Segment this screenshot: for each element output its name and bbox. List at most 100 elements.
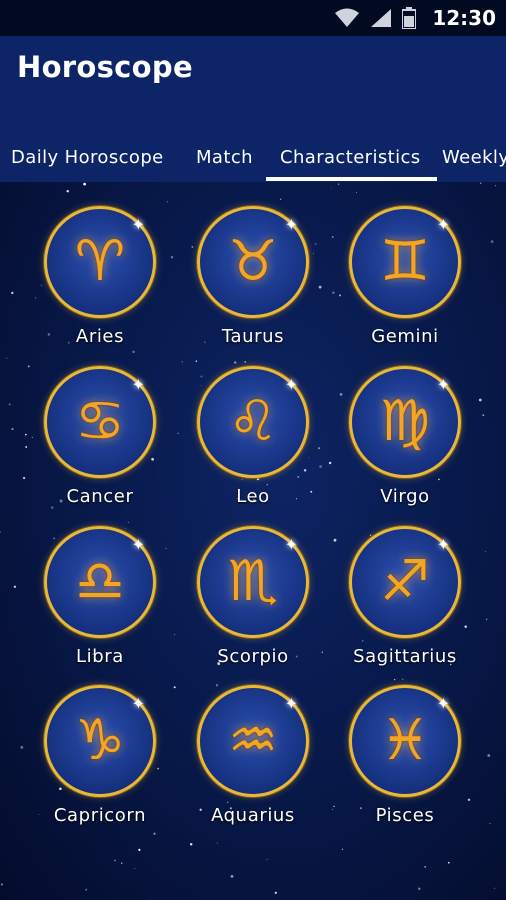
sign-cancer[interactable]: ♋ ✦ Cancer bbox=[24, 366, 176, 526]
sparkle-icon: ✦ bbox=[284, 375, 298, 394]
cellular-signal-icon bbox=[371, 9, 392, 27]
sagittarius-icon: ♐ bbox=[379, 549, 431, 614]
gemini-icon: ♊ bbox=[379, 229, 431, 294]
star-dot bbox=[83, 182, 86, 186]
sparkle-icon: ✦ bbox=[284, 535, 298, 554]
aquarius-icon: ♒ bbox=[227, 708, 279, 773]
sparkle-icon: ✦ bbox=[131, 215, 145, 234]
sparkle-icon: ✦ bbox=[131, 375, 145, 394]
sparkle-icon: ✦ bbox=[131, 694, 145, 713]
star-dot bbox=[485, 618, 488, 621]
sign-label: Aquarius bbox=[211, 805, 295, 826]
star-dot bbox=[337, 183, 340, 185]
sparkle-icon: ✦ bbox=[436, 215, 450, 234]
star-dot bbox=[0, 883, 3, 886]
sign-aries[interactable]: ♈ ✦ Aries bbox=[24, 206, 176, 366]
star-dot bbox=[274, 891, 277, 894]
star-dot bbox=[482, 414, 485, 417]
star-dot bbox=[66, 189, 69, 193]
sign-label: Gemini bbox=[371, 326, 439, 347]
capricorn-icon: ♑ bbox=[74, 708, 126, 773]
sign-scorpio[interactable]: ♏ ✦ Scorpio bbox=[177, 526, 329, 686]
sign-aquarius[interactable]: ♒ ✦ Aquarius bbox=[177, 685, 329, 845]
star-dot bbox=[114, 859, 116, 862]
sign-label: Virgo bbox=[380, 486, 430, 507]
star-dot bbox=[330, 187, 332, 188]
sign-medallion: ♑ ✦ bbox=[44, 685, 156, 797]
taurus-icon: ♉ bbox=[227, 229, 279, 294]
app-bar: Horoscope Daily Horoscope Match Characte… bbox=[0, 36, 506, 182]
sign-leo[interactable]: ♌ ✦ Leo bbox=[177, 366, 329, 526]
aries-icon: ♈ bbox=[74, 229, 126, 294]
pisces-icon: ♓ bbox=[379, 708, 431, 773]
app-title: Horoscope bbox=[17, 50, 193, 84]
status-time: 12:30 bbox=[432, 6, 496, 30]
star-dot bbox=[424, 866, 427, 868]
sign-label: Leo bbox=[236, 486, 270, 507]
star-dot bbox=[121, 862, 123, 864]
cancer-icon: ♋ bbox=[74, 389, 126, 454]
star-dot bbox=[230, 875, 234, 878]
sign-pisces[interactable]: ♓ ✦ Pisces bbox=[329, 685, 481, 845]
sparkle-icon: ✦ bbox=[436, 535, 450, 554]
sign-libra[interactable]: ♎ ✦ Libra bbox=[24, 526, 176, 686]
scorpio-icon: ♏ bbox=[227, 549, 279, 614]
battery-icon bbox=[402, 7, 417, 29]
sign-taurus[interactable]: ♉ ✦ Taurus bbox=[177, 206, 329, 366]
sign-gemini[interactable]: ♊ ✦ Gemini bbox=[329, 206, 481, 366]
sign-label: Cancer bbox=[66, 486, 134, 507]
sparkle-icon: ✦ bbox=[436, 375, 450, 394]
sign-medallion: ♍ ✦ bbox=[349, 366, 461, 478]
star-dot bbox=[20, 745, 24, 749]
tab-characteristics[interactable]: Characteristics bbox=[280, 132, 421, 182]
star-dot bbox=[494, 185, 496, 187]
sign-sagittarius[interactable]: ♐ ✦ Sagittarius bbox=[329, 526, 481, 686]
sign-label: Sagittarius bbox=[353, 646, 457, 667]
virgo-icon: ♍ bbox=[379, 389, 431, 454]
wifi-icon bbox=[335, 8, 360, 27]
star-dot bbox=[11, 291, 14, 295]
sign-virgo[interactable]: ♍ ✦ Virgo bbox=[329, 366, 481, 526]
star-dot bbox=[13, 585, 17, 588]
tab-selected-indicator bbox=[266, 177, 437, 181]
sign-label: Capricorn bbox=[53, 805, 147, 826]
star-dot bbox=[6, 357, 8, 359]
sparkle-icon: ✦ bbox=[436, 694, 450, 713]
star-dot bbox=[447, 861, 450, 864]
sparkle-icon: ✦ bbox=[284, 215, 298, 234]
sign-medallion: ♋ ✦ bbox=[44, 366, 156, 478]
star-dot bbox=[0, 530, 1, 533]
sign-medallion: ♎ ✦ bbox=[44, 526, 156, 638]
leo-icon: ♌ bbox=[227, 389, 279, 454]
star-dot bbox=[489, 822, 491, 825]
tab-match[interactable]: Match bbox=[196, 132, 253, 182]
star-dot bbox=[266, 858, 268, 860]
sign-medallion: ♊ ✦ bbox=[349, 206, 461, 318]
sparkle-icon: ✦ bbox=[284, 694, 298, 713]
sign-label: Libra bbox=[76, 646, 124, 667]
star-dot bbox=[341, 848, 344, 850]
sign-label: Scorpio bbox=[217, 646, 289, 667]
sign-medallion: ♐ ✦ bbox=[349, 526, 461, 638]
star-dot bbox=[493, 887, 496, 889]
sign-medallion: ♒ ✦ bbox=[197, 685, 309, 797]
sign-medallion: ♏ ✦ bbox=[197, 526, 309, 638]
libra-icon: ♎ bbox=[74, 549, 126, 614]
star-dot bbox=[279, 198, 282, 201]
star-dot bbox=[138, 848, 141, 852]
sign-label: Taurus bbox=[221, 326, 285, 347]
sign-medallion: ♌ ✦ bbox=[197, 366, 309, 478]
star-dot bbox=[487, 754, 491, 757]
star-dot bbox=[148, 898, 150, 900]
star-dot bbox=[418, 887, 421, 891]
tab-bar: Daily Horoscope Match Characteristics We… bbox=[0, 132, 506, 182]
tab-weekly[interactable]: Weekly bbox=[442, 132, 506, 182]
sign-medallion: ♈ ✦ bbox=[44, 206, 156, 318]
star-dot bbox=[85, 888, 88, 891]
tab-daily-horoscope[interactable]: Daily Horoscope bbox=[11, 132, 164, 182]
star-dot bbox=[479, 182, 482, 185]
star-dot bbox=[11, 428, 14, 431]
star-dot bbox=[134, 868, 136, 870]
sign-capricorn[interactable]: ♑ ✦ Capricorn bbox=[24, 685, 176, 845]
sign-label: Pisces bbox=[375, 805, 435, 826]
